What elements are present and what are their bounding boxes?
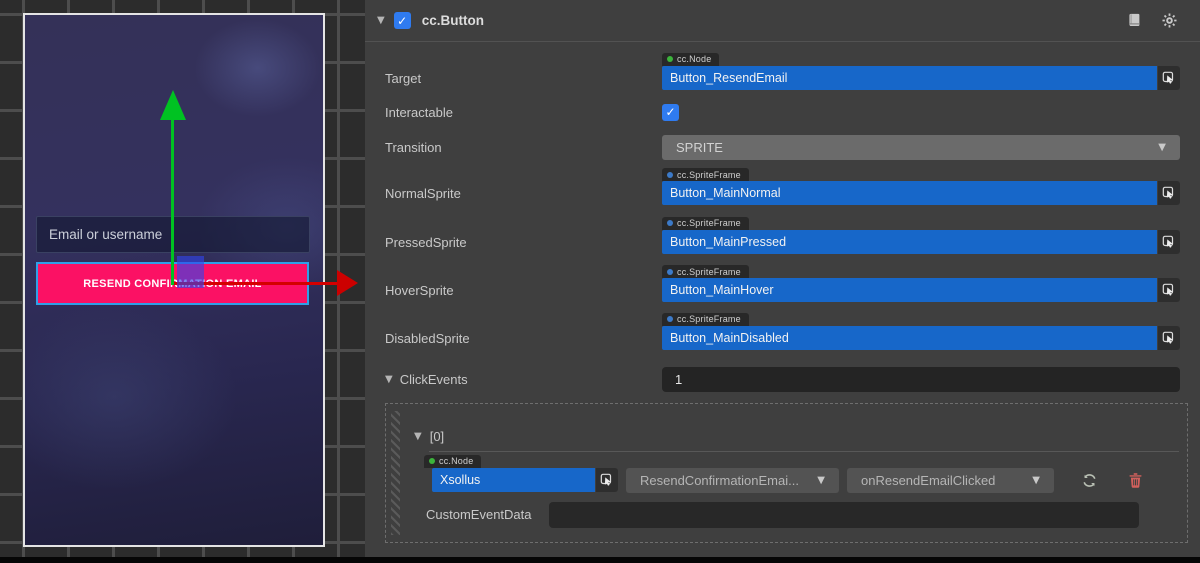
custom-event-data-input[interactable] [549, 502, 1139, 528]
spriteframe-type-dot-icon [667, 220, 673, 226]
disabled-sprite-label: DisabledSprite [385, 331, 662, 350]
node-type-dot-icon [429, 458, 435, 464]
type-badge-node: cc.Node [662, 53, 719, 66]
target-node-field[interactable]: Button_ResendEmail [662, 66, 1157, 90]
transition-dropdown[interactable]: SPRITE ▼ [662, 135, 1180, 160]
sprite-picker-button[interactable] [1158, 278, 1180, 302]
property-row-pressed-sprite: PressedSprite cc.SpriteFrame Button_Main… [365, 214, 1200, 254]
property-row-normal-sprite: NormalSprite cc.SpriteFrame Button_MainN… [365, 166, 1200, 206]
event-index-label: [0] [430, 429, 444, 444]
chevron-down-icon: ▼ [817, 475, 825, 486]
type-badge-spriteframe: cc.SpriteFrame [662, 313, 749, 326]
event-component-dropdown[interactable]: ResendConfirmationEmai... ▼ [626, 468, 839, 493]
inspector-panel: ▼ ✓ cc.Button Target cc.Node Button_Rese… [365, 0, 1200, 557]
spriteframe-type-dot-icon [667, 172, 673, 178]
target-label: Target [385, 71, 662, 90]
custom-event-data-label: CustomEventData [426, 507, 549, 522]
transition-label: Transition [385, 140, 662, 155]
type-badge-text: cc.SpriteFrame [677, 267, 741, 277]
type-badge-text: cc.Node [439, 456, 473, 466]
event-node-field[interactable]: Xsollus [432, 468, 595, 492]
type-badge-text: cc.SpriteFrame [677, 218, 741, 228]
click-events-count-field[interactable]: 1 [662, 367, 1180, 392]
type-badge-text: cc.Node [677, 54, 711, 64]
sprite-picker-button[interactable] [1158, 230, 1180, 254]
property-row-hover-sprite: HoverSprite cc.SpriteFrame Button_MainHo… [365, 263, 1200, 303]
event-handler-dropdown[interactable]: onResendEmailClicked ▼ [847, 468, 1054, 493]
spriteframe-type-dot-icon [667, 316, 673, 322]
interactable-checkbox[interactable]: ✓ [662, 104, 679, 121]
pressed-sprite-label: PressedSprite [385, 235, 662, 254]
property-row-interactable: Interactable ✓ [365, 104, 1200, 121]
refresh-icon[interactable] [1078, 469, 1100, 491]
gizmo-y-axis-arrow-icon[interactable] [160, 90, 186, 120]
drag-handle[interactable] [391, 411, 400, 535]
click-event-item-container: ▼ [0] cc.Node Xsollus ResendConfirmation… [385, 403, 1188, 543]
click-events-label: ClickEvents [400, 372, 468, 387]
sprite-picker-button[interactable] [1158, 326, 1180, 350]
property-row-target: Target cc.Node Button_ResendEmail [365, 50, 1200, 90]
type-badge-text: cc.SpriteFrame [677, 314, 741, 324]
hover-sprite-field[interactable]: Button_MainHover [662, 278, 1157, 302]
gizmo-x-axis-arrow-icon[interactable] [337, 270, 358, 296]
node-picker-button[interactable] [596, 468, 618, 492]
node-picker-button[interactable] [1158, 66, 1180, 90]
type-badge-text: cc.SpriteFrame [677, 170, 741, 180]
transition-value: SPRITE [676, 140, 723, 155]
property-row-disabled-sprite: DisabledSprite cc.SpriteFrame Button_Mai… [365, 310, 1200, 350]
spriteframe-type-dot-icon [667, 269, 673, 275]
sprite-picker-button[interactable] [1158, 181, 1180, 205]
component-enabled-checkbox[interactable]: ✓ [394, 12, 411, 29]
collapse-chevron-icon[interactable]: ▼ [377, 15, 385, 26]
interactable-label: Interactable [385, 105, 662, 120]
cocos-editor-window: Email or username RESEND CONFIRMATION EM… [0, 0, 1200, 563]
chevron-down-icon: ▼ [1032, 475, 1040, 486]
component-title: cc.Button [422, 13, 484, 28]
trash-icon[interactable] [1124, 469, 1146, 491]
gizmo-y-axis-line [171, 100, 174, 285]
event-component-value: ResendConfirmationEmai... [640, 473, 799, 488]
hover-sprite-label: HoverSprite [385, 283, 662, 302]
bottom-bar [0, 557, 1200, 563]
type-badge-node: cc.Node [424, 455, 481, 468]
gear-icon[interactable] [1160, 11, 1179, 30]
scene-view[interactable]: Email or username RESEND CONFIRMATION EM… [0, 0, 365, 557]
property-row-transition: Transition SPRITE ▼ [365, 135, 1200, 160]
disabled-sprite-field[interactable]: Button_MainDisabled [662, 326, 1157, 350]
event-handler-row: Xsollus ResendConfirmationEmai... ▼ onRe… [432, 468, 1179, 493]
normal-sprite-field[interactable]: Button_MainNormal [662, 181, 1157, 205]
event-item-header[interactable]: ▼ [0] [414, 429, 444, 444]
collapse-chevron-icon[interactable]: ▼ [385, 374, 393, 385]
normal-sprite-label: NormalSprite [385, 186, 662, 205]
type-badge-spriteframe: cc.SpriteFrame [662, 168, 749, 181]
type-badge-spriteframe: cc.SpriteFrame [662, 265, 749, 278]
node-type-dot-icon [667, 56, 673, 62]
component-header: ▼ ✓ cc.Button [365, 0, 1200, 42]
type-badge-spriteframe: cc.SpriteFrame [662, 217, 749, 230]
property-row-click-events: ▼ ClickEvents 1 [365, 367, 1200, 392]
event-handler-value: onResendEmailClicked [861, 473, 995, 488]
pressed-sprite-field[interactable]: Button_MainPressed [662, 230, 1157, 254]
divider [429, 451, 1179, 452]
help-doc-icon[interactable] [1125, 11, 1144, 30]
gizmo-center-handle[interactable] [177, 256, 204, 288]
click-events-label-group: ▼ ClickEvents [385, 372, 662, 387]
collapse-chevron-icon[interactable]: ▼ [414, 431, 422, 442]
custom-event-data-row: CustomEventData [426, 502, 1139, 528]
chevron-down-icon: ▼ [1158, 142, 1166, 153]
